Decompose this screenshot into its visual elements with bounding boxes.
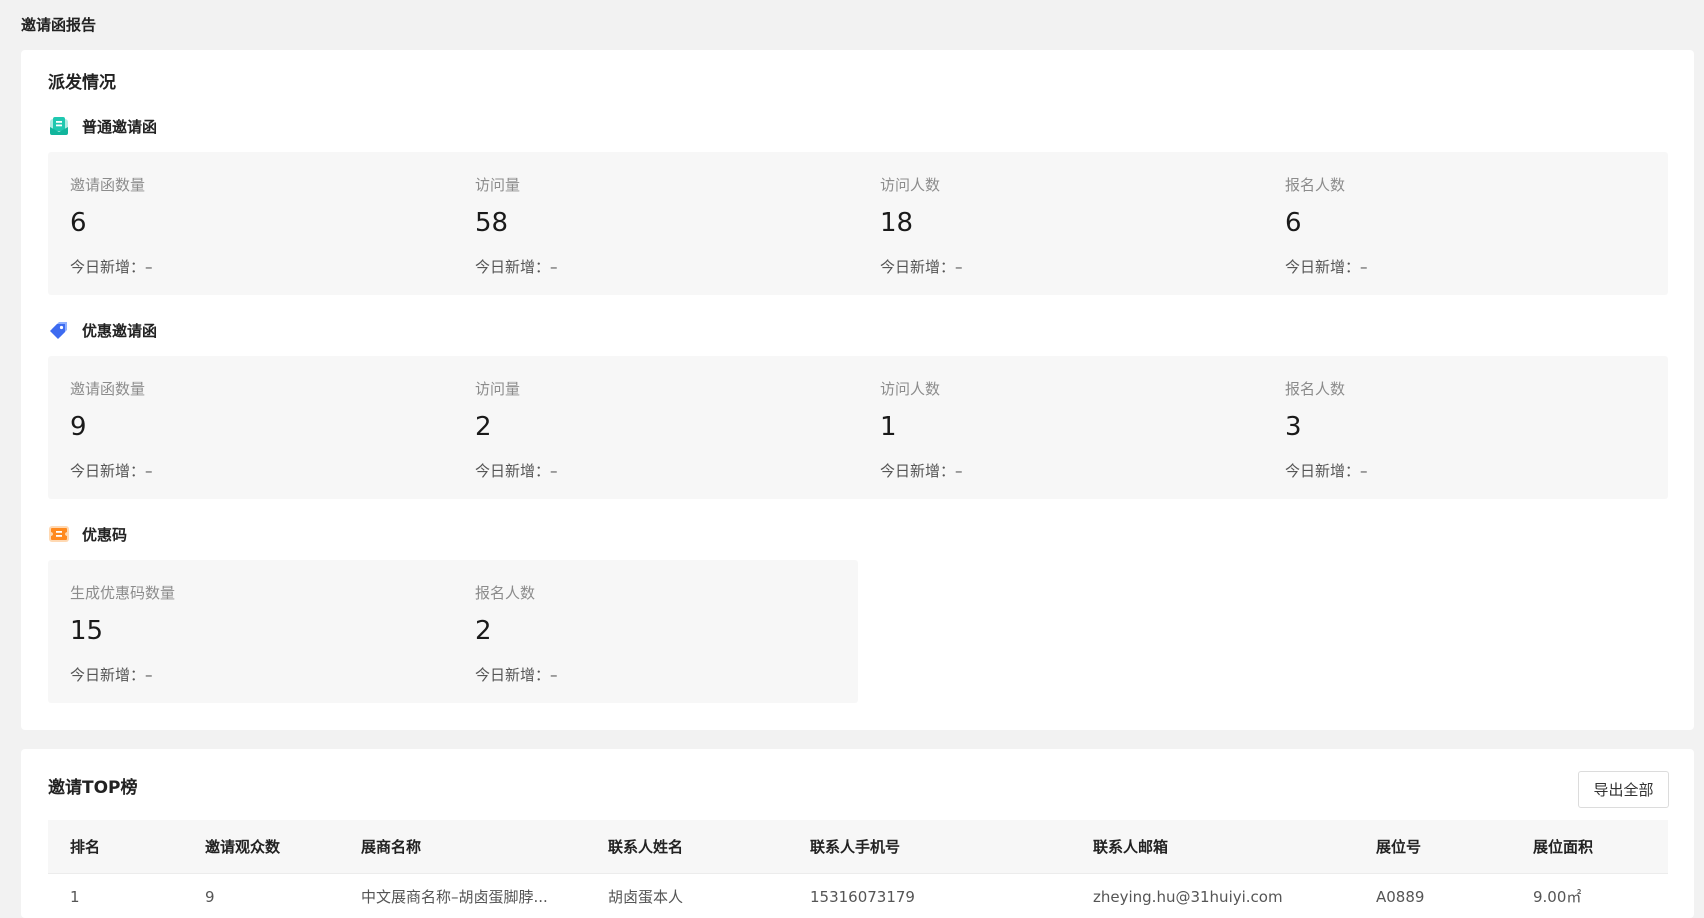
cell-booth-area: 9.00㎡: [1533, 888, 1582, 906]
stat-label: 访问人数: [880, 176, 941, 194]
table-header: 排名 邀请观众数 展商名称 联系人姓名 联系人手机号 联系人邮箱 展位号 展位面…: [48, 820, 1668, 874]
stat-label: 生成优惠码数量: [70, 584, 176, 602]
top-ranking-card: 邀请TOP榜 导出全部 排名 邀请观众数 展商名称 联系人姓名 联系人手机号 联…: [21, 749, 1694, 918]
stat-value: 6: [1285, 208, 1302, 238]
stat-label: 访问量: [475, 176, 521, 194]
group-header-discount-code: 优惠码: [48, 522, 127, 546]
stats-panel-discount-invitation: 邀请函数量 9 今日新增：– 访问量 2 今日新增：– 访问人数 1 今日新增：…: [48, 356, 1668, 499]
export-all-button[interactable]: 导出全部: [1578, 771, 1669, 808]
stat-value: 15: [70, 616, 104, 646]
cell-contact-name: 胡卤蛋本人: [608, 888, 684, 906]
ticket-icon: [48, 523, 70, 545]
stat-value: 9: [70, 412, 87, 442]
coupon-tag-icon: [48, 319, 70, 341]
column-header-contact-name: 联系人姓名: [608, 838, 684, 856]
stat-value: 2: [475, 412, 492, 442]
cell-contact-email: zheying.hu@31huiyi.com: [1093, 887, 1283, 906]
top-ranking-table: 排名 邀请观众数 展商名称 联系人姓名 联系人手机号 联系人邮箱 展位号 展位面…: [48, 820, 1668, 918]
column-header-invited-count: 邀请观众数: [205, 838, 281, 856]
stat-today: 今日新增：–: [70, 258, 153, 276]
column-header-contact-email: 联系人邮箱: [1093, 838, 1169, 856]
stat-value: 3: [1285, 412, 1302, 442]
stat-visits: 访问量 58 今日新增：–: [453, 152, 858, 295]
stat-label: 邀请函数量: [70, 176, 146, 194]
stat-value: 2: [475, 616, 492, 646]
stat-value: 18: [880, 208, 914, 238]
cell-rank: 1: [70, 887, 80, 906]
stats-panel-discount-code: 生成优惠码数量 15 今日新增：– 报名人数 2 今日新增：–: [48, 560, 858, 703]
stat-today: 今日新增：–: [1285, 462, 1368, 480]
column-header-booth-number: 展位号: [1376, 838, 1422, 856]
stat-registrations: 报名人数 6 今日新增：–: [1263, 152, 1668, 295]
stat-label: 访问人数: [880, 380, 941, 398]
column-header-contact-phone: 联系人手机号: [810, 838, 901, 856]
page-title: 邀请函报告: [21, 16, 97, 34]
stat-today: 今日新增：–: [880, 462, 963, 480]
cell-contact-phone: 15316073179: [810, 887, 915, 906]
column-header-booth-area: 展位面积: [1533, 838, 1594, 856]
stat-label: 报名人数: [475, 584, 536, 602]
stat-label: 邀请函数量: [70, 380, 146, 398]
group-title: 优惠码: [82, 525, 128, 544]
group-title: 普通邀请函: [82, 117, 158, 136]
stat-visits: 访问量 2 今日新增：–: [453, 356, 858, 499]
stat-code-count: 生成优惠码数量 15 今日新增：–: [48, 560, 453, 703]
cell-exhibitor-name: 中文展商名称–胡卤蛋脚脖...: [361, 888, 548, 906]
stats-panel-normal-invitation: 邀请函数量 6 今日新增：– 访问量 58 今日新增：– 访问人数 18 今日新…: [48, 152, 1668, 295]
stat-invitation-count: 邀请函数量 9 今日新增：–: [48, 356, 453, 499]
stat-invitation-count: 邀请函数量 6 今日新增：–: [48, 152, 453, 295]
cell-invited-count: 9: [205, 887, 215, 906]
invitation-icon: [48, 115, 70, 137]
cell-booth-number: A0889: [1376, 887, 1425, 906]
stat-label: 报名人数: [1285, 380, 1346, 398]
stat-today: 今日新增：–: [475, 666, 558, 684]
stat-visitors: 访问人数 18 今日新增：–: [858, 152, 1263, 295]
section-title: 派发情况: [48, 73, 116, 93]
column-header-rank: 排名: [70, 838, 101, 856]
stat-today: 今日新增：–: [1285, 258, 1368, 276]
stat-label: 报名人数: [1285, 176, 1346, 194]
stat-visitors: 访问人数 1 今日新增：–: [858, 356, 1263, 499]
group-title: 优惠邀请函: [82, 321, 158, 340]
stat-value: 6: [70, 208, 87, 238]
group-header-normal-invitation: 普通邀请函: [48, 114, 157, 138]
distribution-card: 派发情况 普通邀请函 邀请函数量 6 今日新增：– 访问量 58 今日新增：– …: [21, 50, 1694, 730]
top-ranking-title: 邀请TOP榜: [48, 778, 138, 798]
stat-today: 今日新增：–: [70, 666, 153, 684]
stat-value: 1: [880, 412, 897, 442]
stat-registrations: 报名人数 2 今日新增：–: [453, 560, 858, 703]
stat-registrations: 报名人数 3 今日新增：–: [1263, 356, 1668, 499]
stat-label: 访问量: [475, 380, 521, 398]
group-header-discount-invitation: 优惠邀请函: [48, 318, 157, 342]
stat-today: 今日新增：–: [475, 462, 558, 480]
stat-today: 今日新增：–: [880, 258, 963, 276]
column-header-exhibitor-name: 展商名称: [361, 838, 422, 856]
stat-today: 今日新增：–: [475, 258, 558, 276]
stat-value: 58: [475, 208, 509, 238]
table-row: 1 9 中文展商名称–胡卤蛋脚脖... 胡卤蛋本人 15316073179 zh…: [48, 874, 1668, 918]
stat-today: 今日新增：–: [70, 462, 153, 480]
